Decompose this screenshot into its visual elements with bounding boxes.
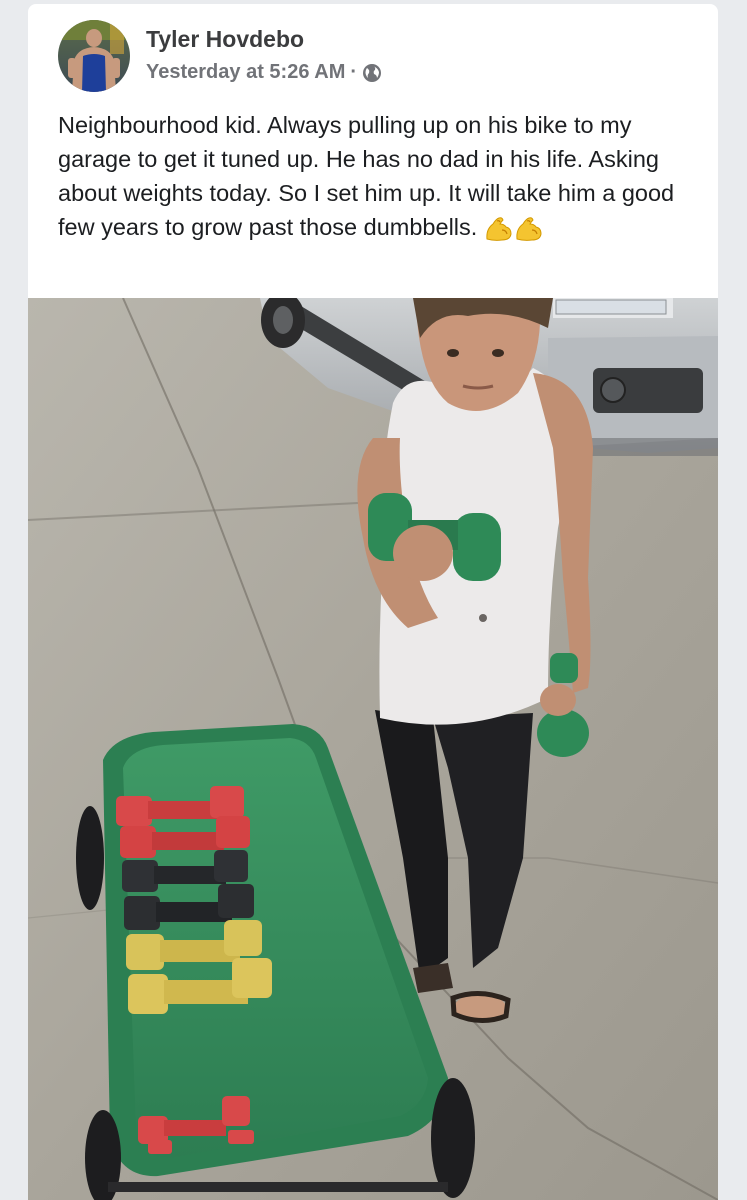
post-photo[interactable]	[28, 292, 718, 1200]
post-meta: Yesterday at 5:26 AM ·	[146, 61, 382, 84]
author-name[interactable]: Tyler Hovdebo	[146, 26, 304, 53]
post-body: Neighbourhood kid. Always pulling up on …	[58, 108, 698, 244]
globe-icon[interactable]	[362, 63, 382, 83]
author-avatar[interactable]	[58, 20, 130, 92]
post-text: Neighbourhood kid. Always pulling up on …	[58, 112, 675, 240]
post-timestamp[interactable]: Yesterday at 5:26 AM	[146, 61, 345, 84]
post-card: Tyler Hovdebo Yesterday at 5:26 AM · Nei…	[28, 4, 718, 1200]
post-header: Tyler Hovdebo Yesterday at 5:26 AM ·	[28, 4, 718, 100]
flexed-biceps-emoji	[514, 215, 544, 243]
flexed-biceps-emoji	[484, 215, 514, 243]
meta-separator: ·	[350, 61, 358, 83]
